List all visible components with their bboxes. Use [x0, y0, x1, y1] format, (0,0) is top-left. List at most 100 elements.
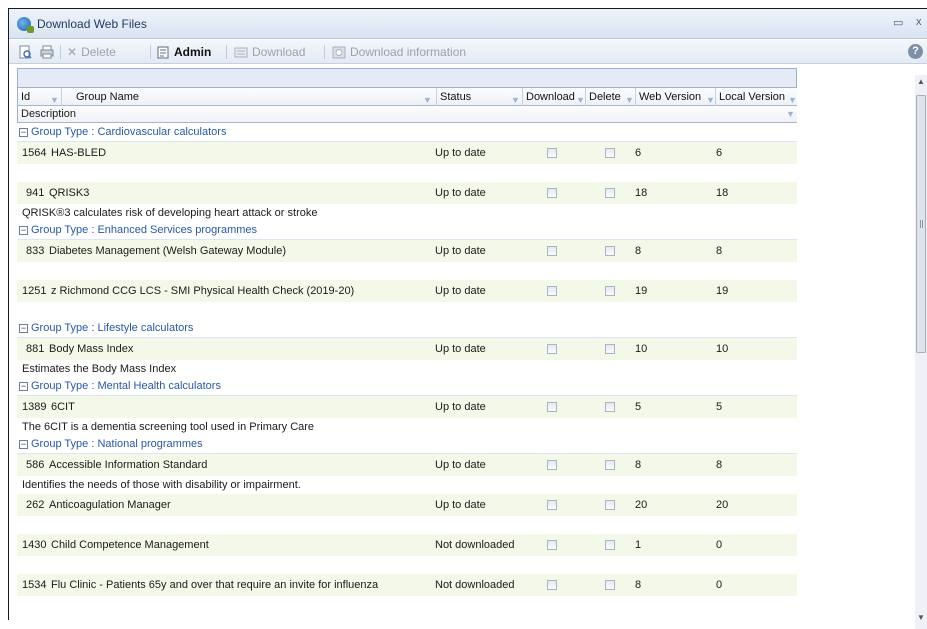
filter-funnel-icon[interactable]: ▼ — [706, 91, 715, 106]
scroll-down-arrow-icon[interactable]: ▼ — [917, 613, 925, 622]
column-header-delete[interactable]: Delete ▼ — [586, 88, 636, 106]
table-row[interactable]: 1389 6CIT Up to date 5 5 — [17, 396, 797, 418]
table-row[interactable]: 1534 Flu Clinic - Patients 65y and over t… — [17, 574, 797, 596]
delete-checkbox[interactable] — [605, 246, 615, 256]
column-group-name-label: Group Name — [76, 91, 139, 103]
help-icon[interactable]: ? — [908, 44, 923, 59]
row-status: Not downloaded — [435, 579, 515, 591]
row-status: Up to date — [435, 499, 486, 511]
collapse-minus-icon[interactable]: − — [19, 128, 28, 137]
filter-funnel-icon[interactable]: ▼ — [786, 109, 795, 119]
column-header-download[interactable]: Download ▼ — [523, 88, 586, 106]
group-header-row[interactable]: − Group Type : Enhanced Services programm… — [17, 222, 797, 240]
delete-button-label: Delete — [81, 45, 116, 59]
table-row[interactable]: 881 Body Mass Index Up to date 10 10 — [17, 338, 797, 360]
row-web-version: 8 — [635, 459, 642, 471]
download-checkbox[interactable] — [547, 246, 557, 256]
row-id: 262 — [26, 499, 45, 511]
column-header-status[interactable]: Status ▼ — [437, 88, 523, 106]
row-id: 833 — [26, 245, 45, 257]
delete-checkbox[interactable] — [605, 148, 615, 158]
delete-checkbox[interactable] — [605, 402, 615, 412]
minimize-button[interactable]: ▭ — [893, 16, 903, 29]
print-preview-button[interactable] — [17, 44, 33, 60]
table-row[interactable]: 833 Diabetes Management (Welsh Gateway Mo… — [17, 240, 797, 262]
table-row[interactable]: 1251 z Richmond CCG LCS - SMI Physical He… — [17, 280, 797, 302]
row-web-version: 6 — [635, 147, 642, 159]
column-header-local-version[interactable]: Local Version ▼ — [716, 88, 797, 106]
description-row: QRISK®3 calculates risk of developing he… — [17, 204, 797, 222]
column-header-id[interactable]: Id ▼ — [18, 88, 62, 106]
download-checkbox[interactable] — [547, 148, 557, 158]
table-row[interactable]: 1430 Child Competence Management Not downl… — [17, 534, 797, 556]
download-checkbox[interactable] — [547, 344, 557, 354]
admin-document-icon — [157, 46, 169, 58]
delete-checkbox[interactable] — [605, 286, 615, 296]
column-web-version-label: Web Version — [639, 91, 702, 103]
row-web-version: 8 — [635, 579, 642, 591]
scroll-up-arrow-icon[interactable]: ▲ — [917, 77, 925, 86]
printer-icon — [40, 45, 54, 59]
collapse-minus-icon[interactable]: − — [19, 440, 28, 449]
scrollbar-thumb[interactable] — [916, 95, 926, 353]
download-checkbox[interactable] — [547, 580, 557, 590]
collapse-minus-icon[interactable]: − — [19, 382, 28, 391]
download-checkbox[interactable] — [547, 500, 557, 510]
filter-funnel-icon[interactable]: ▼ — [625, 91, 634, 106]
column-header-group-name[interactable]: Group Name ▼ — [62, 88, 437, 106]
row-status: Not downloaded — [435, 539, 515, 551]
group-type-label: Group Type : Mental Health calculators — [31, 380, 221, 392]
row-status: Up to date — [435, 459, 486, 471]
table-row[interactable]: 586 Accessible Information Standard Up to … — [17, 454, 797, 476]
delete-checkbox[interactable] — [605, 188, 615, 198]
filter-funnel-icon[interactable]: ▼ — [423, 91, 432, 106]
group-header-row[interactable]: − Group Type : Cardiovascular calculators — [17, 124, 797, 142]
table-row[interactable]: 941 QRISK3 Up to date 18 18 — [17, 182, 797, 204]
row-group-name: Flu Clinic - Patients 65y and over that … — [51, 579, 379, 591]
download-checkbox[interactable] — [547, 402, 557, 412]
row-status: Up to date — [435, 401, 486, 413]
row-status: Up to date — [435, 285, 486, 297]
delete-checkbox[interactable] — [605, 460, 615, 470]
download-checkbox[interactable] — [547, 188, 557, 198]
group-header-row[interactable]: − Group Type : National programmes — [17, 436, 797, 454]
row-local-version: 19 — [716, 285, 729, 297]
scroll-grip-icon — [920, 220, 923, 228]
column-header-description[interactable]: Description ▼ — [17, 106, 797, 123]
delete-checkbox[interactable] — [605, 500, 615, 510]
column-header-web-version[interactable]: Web Version ▼ — [636, 88, 716, 106]
row-description: Estimates the Body Mass Index — [22, 363, 177, 375]
row-group-name: QRISK3 — [49, 187, 90, 199]
description-row: Estimates the Body Mass Index — [17, 360, 797, 378]
collapse-minus-icon[interactable]: − — [19, 324, 28, 333]
group-header-row[interactable]: − Group Type : Mental Health calculators — [17, 378, 797, 396]
filter-funnel-icon[interactable]: ▼ — [511, 91, 520, 106]
table-row[interactable]: 262 Anticoagulation Manager Up to date 20 20 — [17, 494, 797, 516]
filter-funnel-icon[interactable]: ▼ — [788, 91, 797, 106]
download-information-button[interactable]: Download information — [332, 44, 466, 60]
download-checkbox[interactable] — [547, 540, 557, 550]
row-local-version: 10 — [716, 343, 729, 355]
row-id: 586 — [26, 459, 45, 471]
group-header-row[interactable]: − Group Type : Lifestyle calculators — [17, 320, 797, 338]
delete-checkbox[interactable] — [605, 580, 615, 590]
column-description-label: Description — [21, 108, 77, 120]
table-row[interactable]: 1564 HAS-BLED Up to date 6 6 — [17, 142, 797, 164]
delete-x-icon: ✕ — [67, 45, 78, 59]
vertical-scrollbar[interactable]: ▲ ▼ — [915, 75, 927, 629]
download-checkbox[interactable] — [547, 286, 557, 296]
admin-button[interactable]: Admin — [157, 44, 211, 60]
delete-checkbox[interactable] — [605, 344, 615, 354]
print-button[interactable] — [39, 44, 55, 60]
download-checkbox[interactable] — [547, 460, 557, 470]
filter-bar[interactable] — [17, 68, 797, 88]
delete-button[interactable]: ✕ Delete — [67, 44, 116, 60]
collapse-minus-icon[interactable]: − — [19, 226, 28, 235]
close-button[interactable]: x — [916, 16, 922, 28]
delete-checkbox[interactable] — [605, 540, 615, 550]
filter-funnel-icon[interactable]: ▼ — [576, 91, 585, 106]
row-id: 1430 — [22, 539, 47, 551]
row-group-name: HAS-BLED — [51, 147, 107, 159]
download-button[interactable]: Download — [234, 44, 305, 60]
filter-funnel-icon[interactable]: ▼ — [50, 91, 59, 106]
